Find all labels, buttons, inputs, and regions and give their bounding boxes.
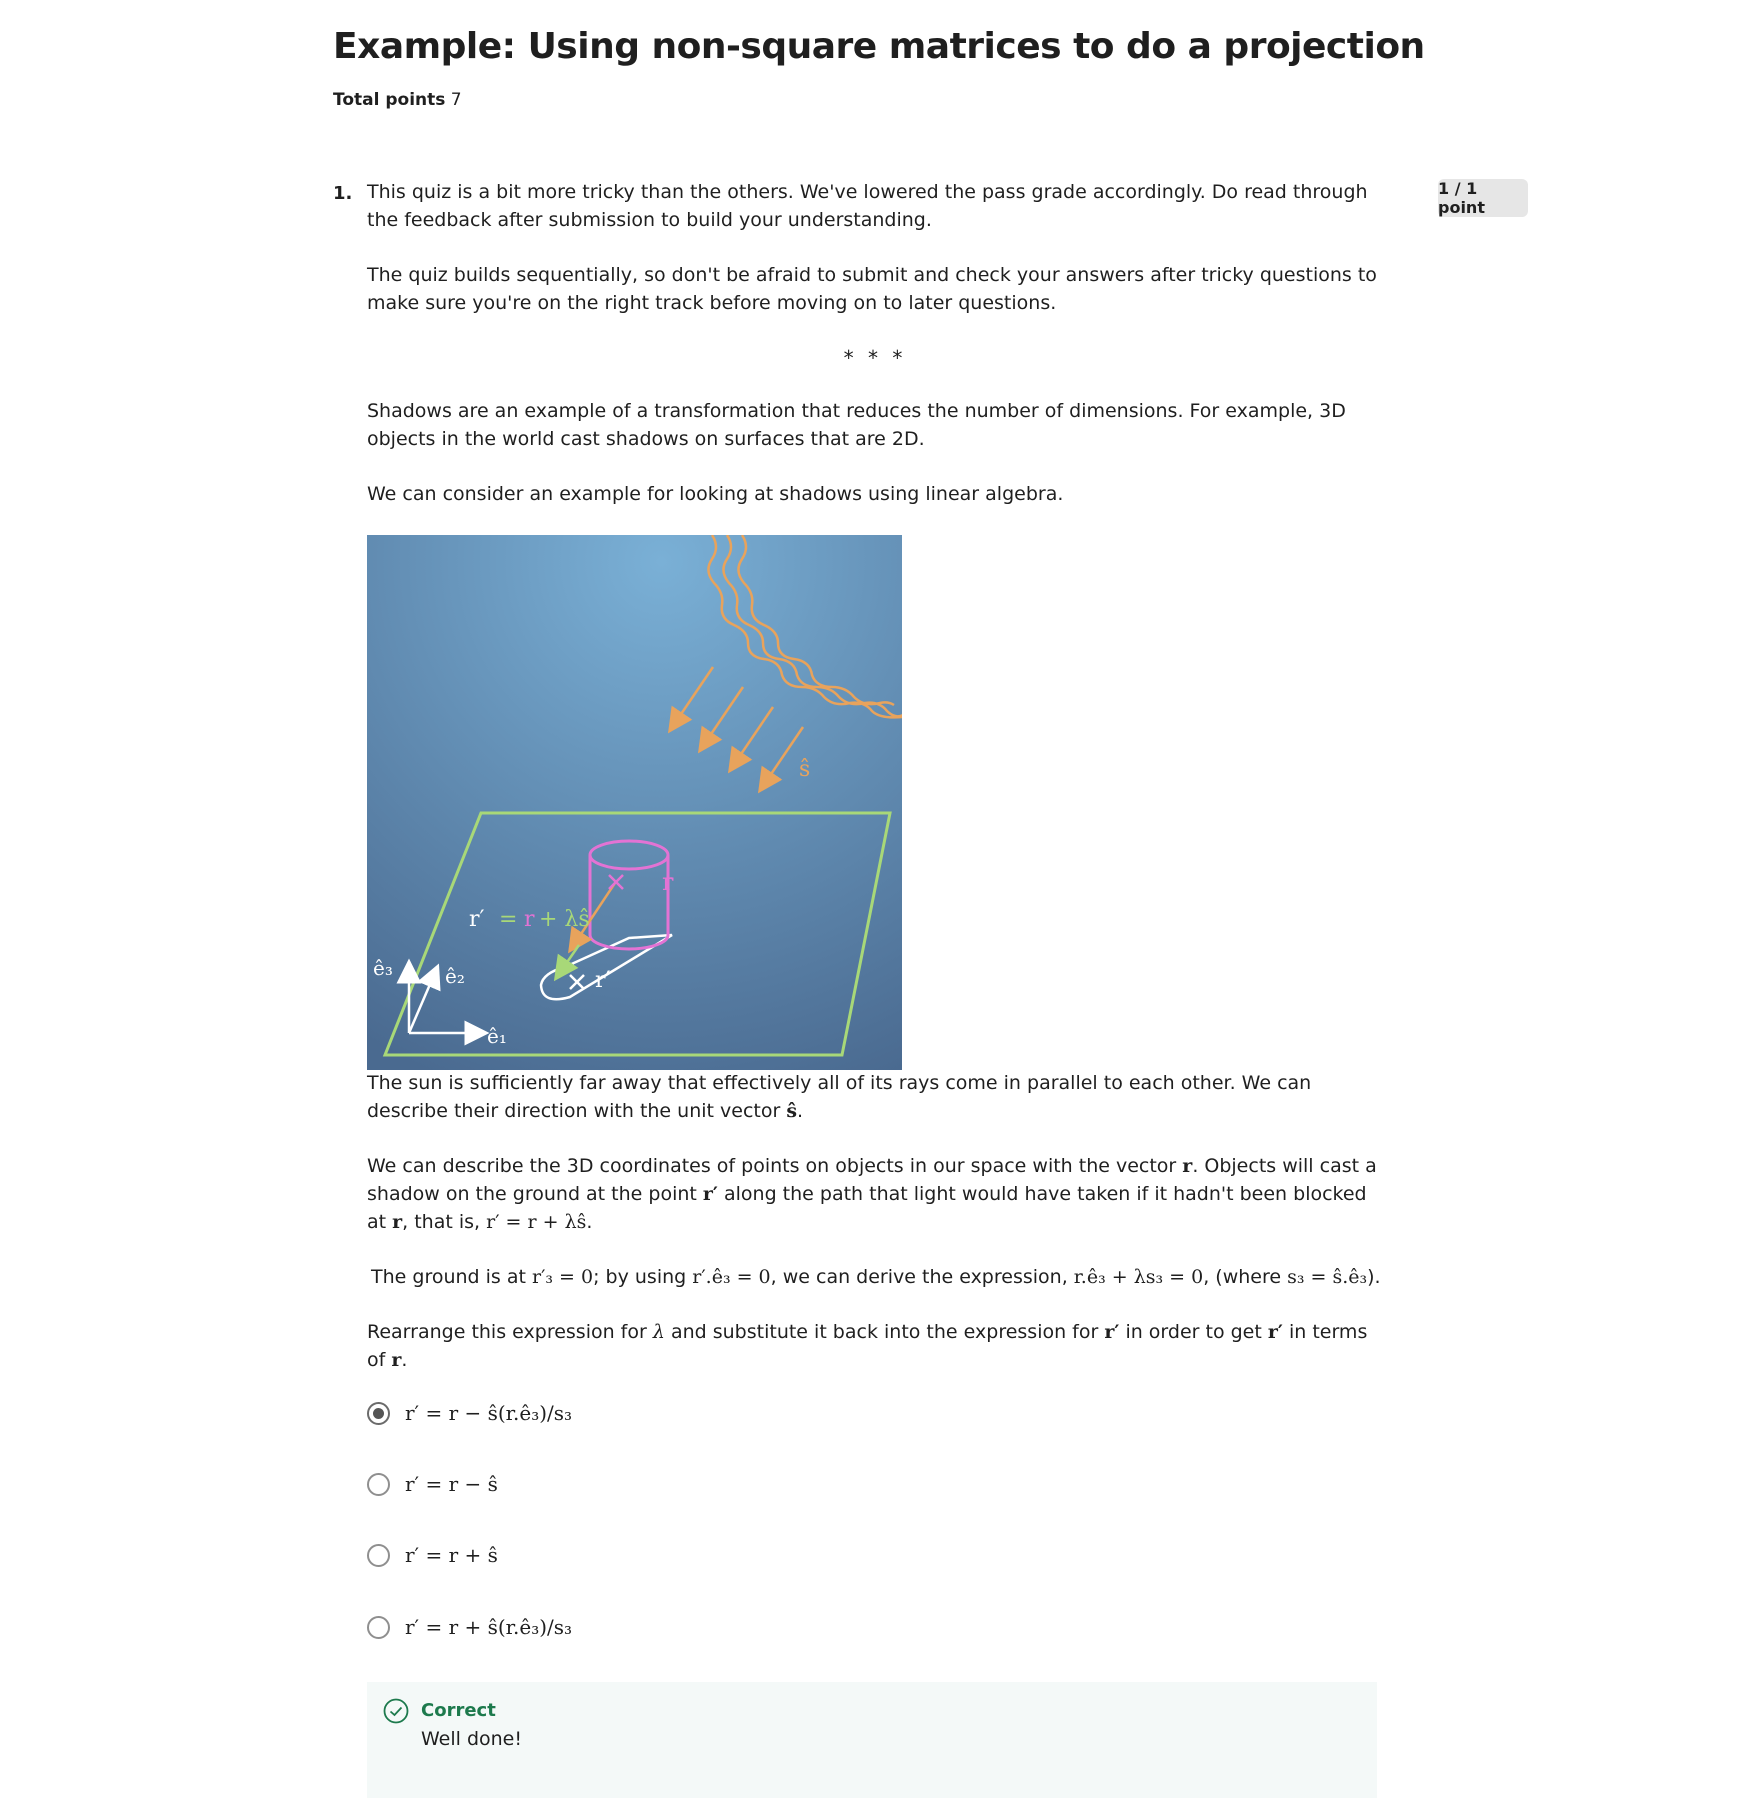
rearrange-r-prime-1: r′	[1104, 1321, 1120, 1343]
sun-text: The sun is sufficiently far away that ef…	[367, 1072, 1312, 1122]
shadow-paragraph-2: We can consider an example for looking a…	[367, 480, 1383, 508]
shadow-diagram: ŝ r r′ r′ = r + λŝ ê₃ ê₂ ê₁	[367, 534, 904, 1070]
coords-vector-r-prime: r′	[702, 1183, 718, 1205]
answer-option-4[interactable]: r′ = r + ŝ(r.ê₃)/s₃	[367, 1609, 572, 1645]
ground-eq-3: r.ê₃ + λs₃ = 0	[1073, 1266, 1204, 1288]
score-badge: 1 / 1 point	[1438, 179, 1528, 217]
separator: * * *	[843, 346, 907, 370]
coords-text-a: We can describe the 3D coordinates of po…	[367, 1155, 1177, 1177]
shadow-paragraph-1: Shadows are an example of a transformati…	[367, 397, 1383, 453]
answer-option-2-label: r′ = r − ŝ	[405, 1472, 498, 1496]
ground-text-c: , we can derive the expression,	[770, 1266, 1068, 1288]
answer-option-1-label: r′ = r − ŝ(r.ê₃)/s₃	[405, 1401, 573, 1425]
radio-button-selected[interactable]	[367, 1401, 390, 1425]
label-r-prime: r′	[595, 968, 611, 993]
question-number: 1.	[333, 183, 353, 204]
shadow-diagram-svg: ŝ r r′ r′ = r + λŝ ê₃ ê₂ ê₁	[367, 534, 904, 1070]
feedback-panel: Correct Well done!	[367, 1682, 1377, 1798]
shadow-text-1: Shadows are an example of a transformati…	[367, 400, 1346, 450]
coords-text-d: , that is,	[402, 1211, 481, 1233]
sun-paragraph: The sun is sufficiently far away that ef…	[367, 1069, 1383, 1125]
ground-text: The ground is at r′₃ = 0; by using r′.ê₃…	[371, 1263, 1387, 1291]
intro-text-2: The quiz builds sequentially, so don't b…	[367, 264, 1377, 314]
rearrange-text-a: Rearrange this expression for	[367, 1321, 647, 1343]
label-r: r	[662, 868, 674, 896]
eq-rest: + λŝ	[539, 907, 590, 932]
question-intro-2: The quiz builds sequentially, so don't b…	[367, 261, 1383, 317]
answer-option-1[interactable]: r′ = r − ŝ(r.ê₃)/s₃	[367, 1395, 572, 1431]
answer-option-2[interactable]: r′ = r − ŝ	[367, 1466, 498, 1502]
ground-text-e: ).	[1367, 1266, 1381, 1288]
answer-option-3-label: r′ = r + ŝ	[405, 1543, 498, 1567]
answer-option-4-label: r′ = r + ŝ(r.ê₃)/s₃	[405, 1615, 573, 1639]
rearrange-text-c: in order to get	[1125, 1321, 1262, 1343]
rearrange-r-prime-2: r′	[1267, 1321, 1283, 1343]
coords-vector-r-2: r	[392, 1211, 403, 1233]
coords-vector-r: r	[1182, 1155, 1193, 1177]
question-intro-1: This quiz is a bit more tricky than the …	[367, 178, 1383, 234]
rearrange-text-b: and substitute it back into the expressi…	[670, 1321, 1099, 1343]
eq-r: r	[524, 907, 535, 932]
check-circle-icon	[383, 1698, 409, 1724]
total-points-value: 7	[450, 90, 462, 110]
radio-button[interactable]	[367, 1472, 390, 1496]
radio-button[interactable]	[367, 1543, 390, 1567]
sky-background	[367, 535, 902, 1070]
eq-r-prime: r′	[469, 907, 485, 932]
coords-paragraph: We can describe the 3D coordinates of po…	[367, 1152, 1383, 1236]
ground-eq-4: s₃ = ŝ.ê₃	[1287, 1266, 1368, 1288]
feedback-message: Well done!	[421, 1728, 522, 1750]
answer-option-3[interactable]: r′ = r + ŝ	[367, 1537, 498, 1573]
sun-text-body: The sun is sufficiently far away that ef…	[367, 1072, 1312, 1122]
ground-eq-2: r′.ê₃ = 0	[692, 1266, 771, 1288]
ground-eq-1: r′₃ = 0	[532, 1266, 594, 1288]
ground-paragraph: The ground is at r′₃ = 0; by using r′.ê₃…	[371, 1263, 1387, 1291]
total-points: Total points 7	[333, 90, 462, 110]
coords-equation: r′ = r + λŝ	[486, 1211, 587, 1233]
page-title: Example: Using non-square matrices to do…	[333, 26, 1425, 67]
label-e2: ê₂	[445, 964, 465, 988]
ground-text-a: The ground is at	[371, 1266, 526, 1288]
eq-equals: =	[499, 907, 517, 932]
rearrange-text: Rearrange this expression for λ and subs…	[367, 1321, 1368, 1371]
sun-vector: ŝ	[786, 1100, 798, 1122]
ground-text-b: ; by using	[593, 1266, 687, 1288]
ground-text-d: , (where	[1203, 1266, 1282, 1288]
rearrange-paragraph: Rearrange this expression for λ and subs…	[367, 1318, 1383, 1374]
label-e3: ê₃	[373, 956, 393, 980]
intro-text-1: This quiz is a bit more tricky than the …	[367, 181, 1368, 231]
radio-button[interactable]	[367, 1615, 390, 1639]
rearrange-lambda: λ	[652, 1321, 665, 1343]
coords-text: We can describe the 3D coordinates of po…	[367, 1155, 1377, 1233]
total-points-label: Total points	[333, 90, 446, 110]
rearrange-r: r	[391, 1349, 402, 1371]
shadow-text-2: We can consider an example for looking a…	[367, 483, 1064, 505]
label-s-hat: ŝ	[799, 757, 810, 782]
feedback-status: Correct	[421, 1700, 496, 1721]
label-e1: ê₁	[487, 1024, 507, 1048]
